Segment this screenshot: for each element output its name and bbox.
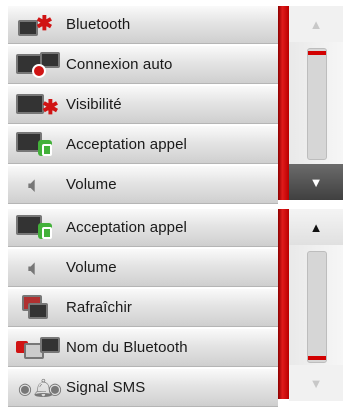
list-item-label: Volume [66, 259, 117, 276]
list-item-signal-sms[interactable]: ◉ 🔔︎ ◉ Signal SMS [8, 369, 278, 407]
panel-divider [278, 6, 289, 200]
refresh-icon [14, 293, 60, 323]
volume-icon: 🔈︎ [28, 254, 42, 280]
volume-icon: 🔈︎ [28, 171, 42, 197]
settings-list: Acceptation appel 🔈︎ Volume Rafraîchir N… [8, 209, 278, 409]
call-accept-icon [14, 130, 60, 160]
scrollbar[interactable]: ▲ ▼ [289, 6, 343, 200]
list-item-volume[interactable]: 🔈︎ Volume [8, 166, 278, 204]
list-item-visibilite[interactable]: ✱ Visibilité [8, 86, 278, 124]
list-item-volume[interactable]: 🔈︎ Volume [8, 249, 278, 287]
scroll-thumb[interactable] [308, 356, 326, 360]
scrollbar[interactable]: ▲ ▼ [289, 209, 343, 401]
settings-list: ✱ Bluetooth Connexion auto ✱ Visibilité [8, 6, 278, 206]
list-item-label: Connexion auto [66, 56, 173, 73]
bluetooth-icon: ✱ [14, 10, 60, 40]
list-item-connexion-auto[interactable]: Connexion auto [8, 46, 278, 84]
list-item-nom-du-bluetooth[interactable]: Nom du Bluetooth [8, 329, 278, 367]
sms-signal-icon: ◉ 🔔︎ ◉ [18, 377, 62, 398]
scroll-track[interactable] [307, 251, 327, 363]
auto-connect-icon [14, 50, 60, 80]
list-item-acceptation-appel[interactable]: Acceptation appel [8, 126, 278, 164]
list-item-label: Nom du Bluetooth [66, 339, 188, 356]
list-item-rafraichir[interactable]: Rafraîchir [8, 289, 278, 327]
scroll-thumb[interactable] [308, 51, 326, 55]
scroll-track[interactable] [307, 48, 327, 160]
list-item-label: Acceptation appel [66, 136, 187, 153]
visibility-icon: ✱ [14, 90, 60, 120]
settings-list-panel-bottom: Acceptation appel 🔈︎ Volume Rafraîchir N… [8, 209, 343, 407]
settings-list-panel-top: ✱ Bluetooth Connexion auto ✱ Visibilité [8, 6, 343, 204]
scroll-down-button[interactable]: ▼ [289, 164, 343, 200]
panel-divider [278, 209, 289, 399]
list-item-label: Signal SMS [66, 379, 146, 396]
bluetooth-name-icon [14, 333, 60, 363]
list-item-label: Acceptation appel [66, 219, 187, 236]
scroll-down-button[interactable]: ▼ [289, 365, 343, 401]
call-accept-icon [14, 213, 60, 243]
list-item-bluetooth[interactable]: ✱ Bluetooth [8, 6, 278, 44]
list-item-label: Visibilité [66, 96, 122, 113]
list-item-label: Volume [66, 176, 117, 193]
list-item-acceptation-appel[interactable]: Acceptation appel [8, 209, 278, 247]
list-item-label: Bluetooth [66, 16, 131, 33]
scroll-up-button[interactable]: ▲ [289, 6, 343, 42]
list-item-label: Rafraîchir [66, 299, 133, 316]
scroll-up-button[interactable]: ▲ [289, 209, 343, 245]
